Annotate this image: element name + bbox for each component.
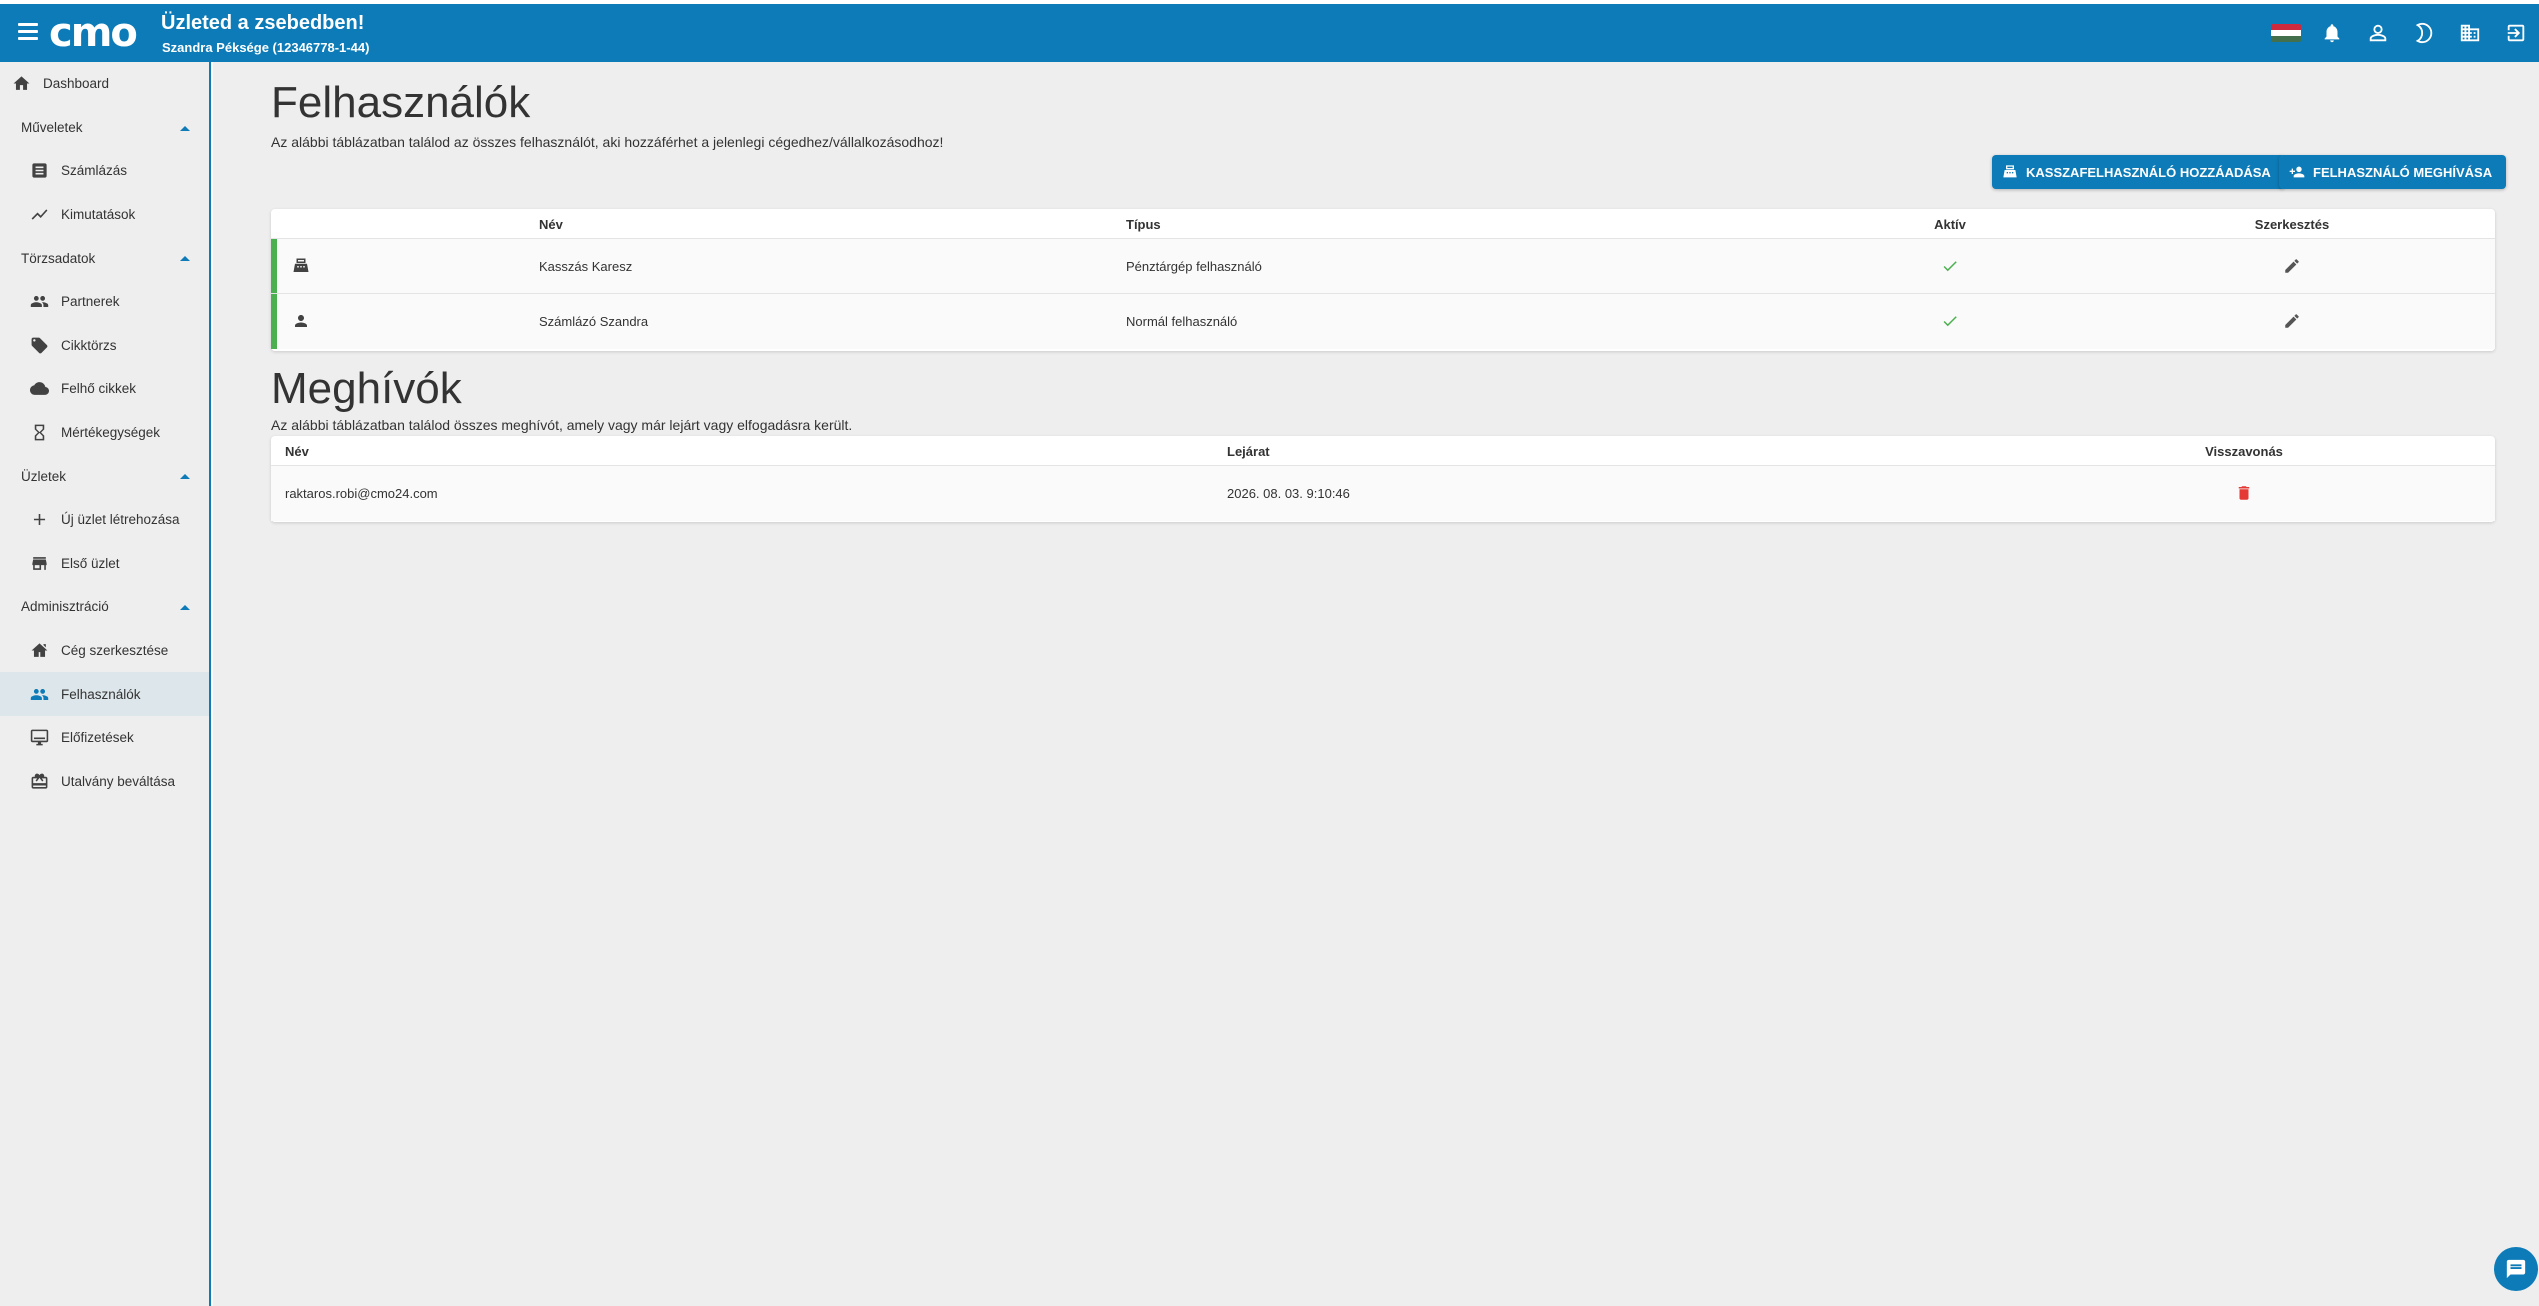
menu-icon[interactable] xyxy=(18,23,38,40)
invites-description: Az alábbi táblázatban találod összes meg… xyxy=(271,417,853,433)
chat-icon[interactable] xyxy=(2494,1247,2538,1291)
add-cashier-button[interactable]: KASSZAFELHASZNÁLÓ HOZZÁADÁSA xyxy=(1992,155,2285,189)
people-icon xyxy=(29,684,49,704)
chart-line-icon xyxy=(29,205,49,225)
top-app-bar: cmo Üzleted a zsebedben! Szandra Péksége… xyxy=(0,4,2539,62)
invites-table-header: Név Lejárat Visszavonás xyxy=(271,436,2495,466)
users-description: Az alábbi táblázatban találod az összes … xyxy=(271,134,944,150)
invite-user-button[interactable]: FELHASZNÁLÓ MEGHÍVÁSA xyxy=(2279,155,2507,189)
active-indicator xyxy=(271,294,277,349)
sidebar-item-mertekegysegek[interactable]: Mértékegységek xyxy=(0,411,209,455)
home-icon xyxy=(11,74,31,94)
bell-icon[interactable] xyxy=(2309,4,2355,62)
tag-icon xyxy=(29,335,49,355)
sidebar-item-elso-uzlet[interactable]: Első üzlet xyxy=(0,542,209,586)
person-icon xyxy=(291,311,311,331)
sidebar-item-felhasznalok[interactable]: Felhasználók xyxy=(0,672,209,716)
sidebar-section-muveletek[interactable]: Műveletek xyxy=(0,106,209,150)
cash-register-icon xyxy=(291,256,311,276)
sidebar-item-elofizetesek[interactable]: Előfizetések xyxy=(0,716,209,760)
sidebar-item-szamlazas[interactable]: Számlázás xyxy=(0,149,209,193)
sidebar-item-dashboard[interactable]: Dashboard xyxy=(0,62,209,106)
cmo-logo[interactable]: cmo xyxy=(49,11,138,55)
invites-title: Meghívók xyxy=(271,364,462,413)
logout-icon[interactable] xyxy=(2493,4,2539,62)
cash-register-icon xyxy=(2003,165,2017,178)
sidebar-item-partnerek[interactable]: Partnerek xyxy=(0,280,209,324)
plus-icon xyxy=(29,510,49,530)
check-icon xyxy=(1940,256,1960,276)
sidebar-item-felho-cikkek[interactable]: Felhő cikkek xyxy=(0,367,209,411)
sidebar-item-utalvany[interactable]: Utalvány beváltása xyxy=(0,760,209,804)
caret-up-icon xyxy=(180,256,190,262)
flag-hu-icon[interactable] xyxy=(2263,4,2309,62)
sidebar-item-kimutatasok[interactable]: Kimutatások xyxy=(0,193,209,237)
monitor-icon xyxy=(29,728,49,748)
table-row: raktaros.robi@cmo24.com 2026. 08. 03. 9:… xyxy=(271,466,2495,521)
users-table-header: Név Típus Aktív Szerkesztés xyxy=(271,209,2495,239)
people-icon xyxy=(29,292,49,312)
sidebar: Dashboard Műveletek Számlázás Kimutatáso… xyxy=(0,62,211,1306)
company-edit-icon xyxy=(29,641,49,661)
page-title: Felhasználók xyxy=(271,78,531,127)
person-add-icon xyxy=(2289,166,2305,178)
company-icon[interactable] xyxy=(2447,4,2493,62)
table-row[interactable]: Kasszás Karesz Pénztárgép felhasználó xyxy=(271,239,2495,294)
store-icon xyxy=(29,553,49,573)
edit-icon[interactable] xyxy=(2282,256,2302,276)
gift-card-icon xyxy=(29,771,49,791)
sidebar-section-torzsadatok[interactable]: Törzsadatok xyxy=(0,236,209,280)
app-title: Üzleted a zsebedben! xyxy=(161,12,365,34)
sidebar-item-uj-uzlet[interactable]: Új üzlet létrehozása xyxy=(0,498,209,542)
invites-table: Név Lejárat Visszavonás raktaros.robi@cm… xyxy=(271,436,2495,522)
active-indicator xyxy=(271,239,277,293)
sidebar-item-ceg-szerkesztese[interactable]: Cég szerkesztése xyxy=(0,629,209,673)
sidebar-section-uzletek[interactable]: Üzletek xyxy=(0,454,209,498)
edit-icon[interactable] xyxy=(2282,311,2302,331)
caret-up-icon xyxy=(180,125,190,131)
scale-icon xyxy=(29,423,49,443)
moon-icon[interactable] xyxy=(2401,4,2447,62)
users-table: Név Típus Aktív Szerkesztés Kasszás Kare… xyxy=(271,209,2495,351)
main-content: Felhasználók Az alábbi táblázatban talál… xyxy=(213,62,2539,1306)
check-icon xyxy=(1940,311,1960,331)
account-icon[interactable] xyxy=(2355,4,2401,62)
company-name[interactable]: Szandra Péksége (12346778-1-44) xyxy=(162,40,369,55)
delete-icon[interactable] xyxy=(2234,483,2254,503)
sidebar-item-cikktorzs[interactable]: Cikktörzs xyxy=(0,324,209,368)
caret-up-icon xyxy=(180,605,190,611)
sidebar-section-adminisztracio[interactable]: Adminisztráció xyxy=(0,585,209,629)
table-row[interactable]: Számlázó Szandra Normál felhasználó xyxy=(271,294,2495,349)
list-icon xyxy=(29,161,49,181)
caret-up-icon xyxy=(180,474,190,480)
cloud-icon xyxy=(29,379,49,399)
